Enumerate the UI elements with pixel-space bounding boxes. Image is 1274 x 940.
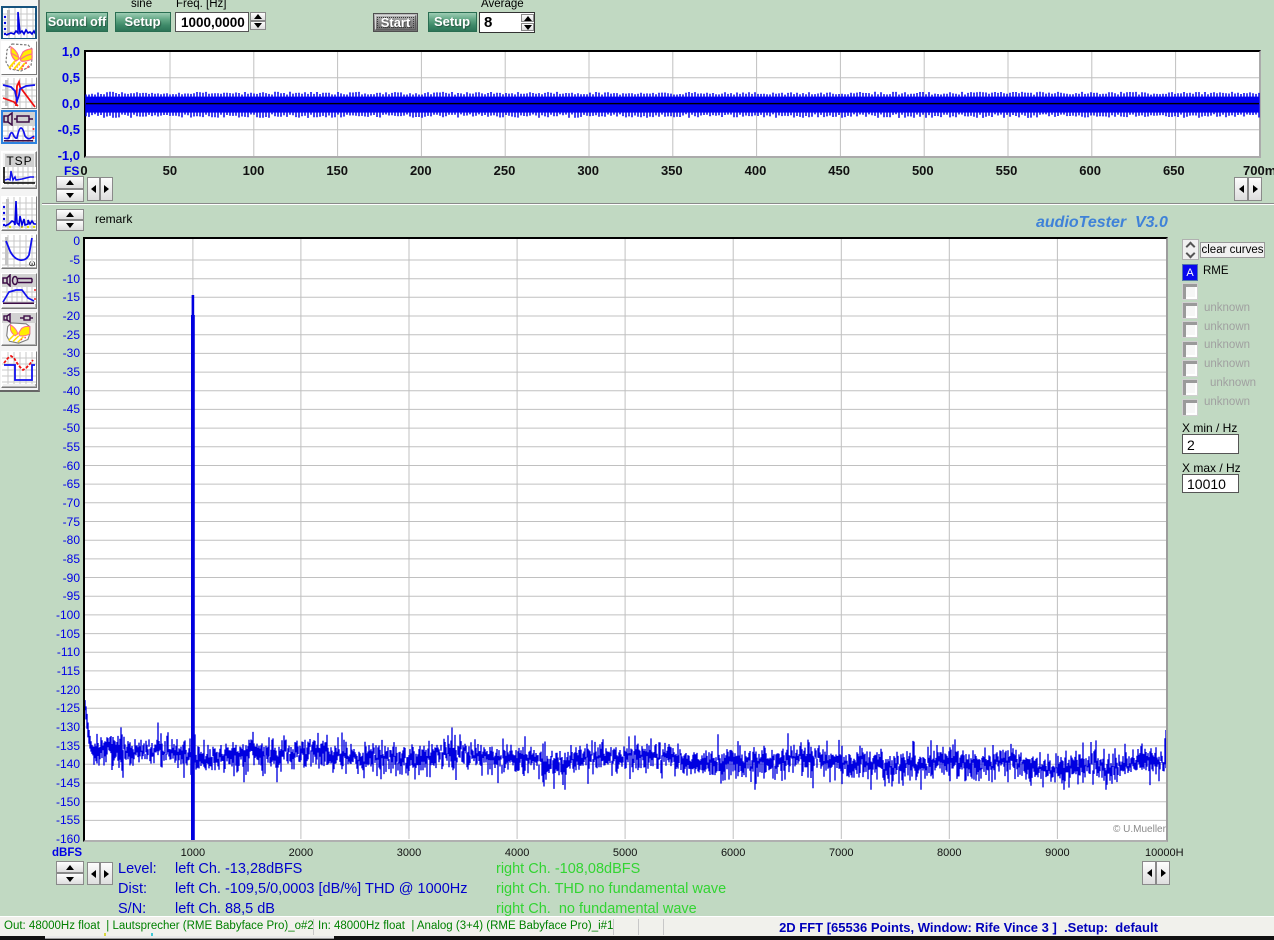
svg-text:ω: ω	[29, 259, 35, 267]
